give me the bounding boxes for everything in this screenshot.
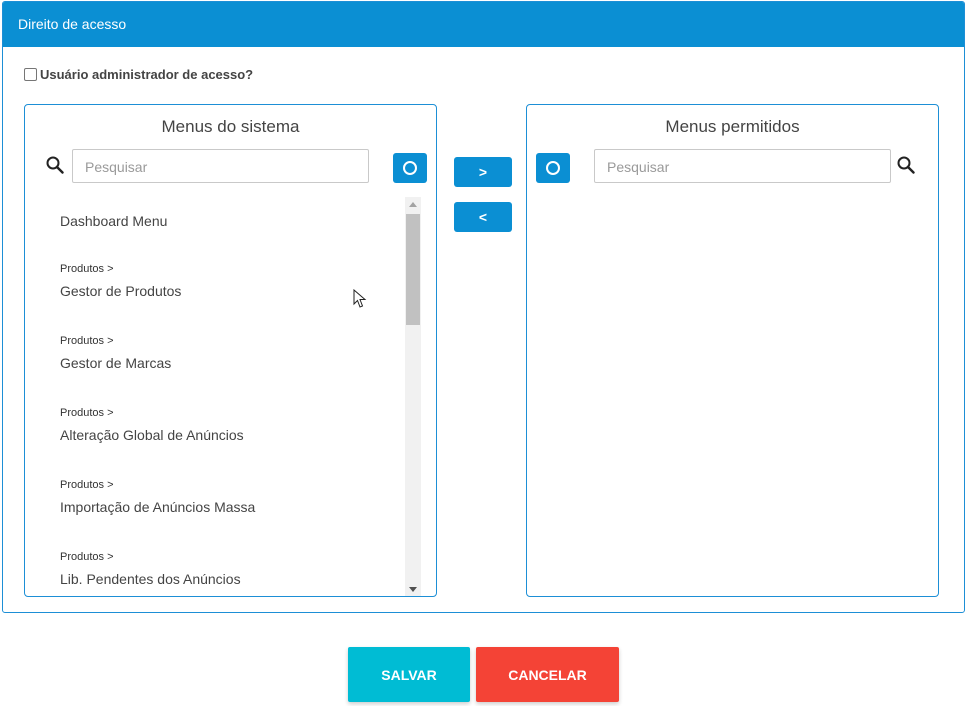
permitted-menus-box: Menus permitidos Pesquisar (526, 104, 939, 597)
system-menus-title: Menus do sistema (161, 117, 300, 136)
panel-title: Direito de acesso (18, 16, 127, 32)
list-item[interactable]: Produtos > Importação de Anúncios Massa (60, 479, 255, 515)
list-item-crumb: Produtos > (60, 263, 114, 275)
circle-icon (546, 161, 560, 175)
circle-icon (403, 161, 417, 175)
admin-checkbox[interactable] (24, 68, 37, 81)
list-item-name: Alteração Global de Anúncios (60, 427, 244, 443)
list-item-crumb: Produtos > (60, 407, 114, 419)
permitted-menus-title: Menus permitidos (665, 117, 800, 136)
list-item[interactable]: Produtos > Gestor de Marcas (60, 335, 171, 371)
cancel-button[interactable]: CANCELAR (476, 647, 619, 702)
scroll-down-icon[interactable] (409, 587, 417, 592)
scrollbar-thumb[interactable] (406, 214, 420, 325)
list-item-name: Dashboard Menu (60, 213, 168, 229)
permitted-menus-list[interactable] (527, 197, 938, 596)
select-all-system-menus-button[interactable] (393, 153, 427, 183)
list-item-name: Importação de Anúncios Massa (60, 499, 256, 515)
move-to-permitted-button[interactable]: > (454, 157, 512, 187)
list-item-crumb: Produtos > (60, 551, 114, 563)
list-item-crumb: Produtos > (60, 335, 114, 347)
system-menus-box: Menus do sistema Pesquisar Dashboard Men… (24, 104, 437, 597)
scroll-up-icon[interactable] (409, 202, 417, 207)
move-to-system-button[interactable]: < (454, 202, 512, 232)
list-item-name: Lib. Pendentes dos Anúncios (60, 571, 241, 587)
panel-header: Direito de acesso (3, 2, 964, 47)
admin-checkbox-row[interactable]: Usuário administrador de acesso? (24, 67, 253, 82)
search-icon (46, 156, 64, 174)
list-item-name: Gestor de Marcas (60, 355, 172, 371)
mouse-cursor-icon (353, 289, 367, 308)
list-item[interactable]: Dashboard Menu (60, 213, 167, 229)
list-item[interactable]: Produtos > Alteração Global de Anúncios (60, 407, 244, 443)
search-icon (897, 156, 915, 174)
list-item[interactable]: Produtos > Gestor de Produtos (60, 263, 181, 299)
system-menus-list[interactable]: Dashboard Menu Produtos > Gestor de Prod… (25, 197, 405, 596)
list-item[interactable]: Produtos > Lib. Pendentes dos Anúncios (60, 551, 241, 587)
admin-checkbox-label: Usuário administrador de acesso? (40, 67, 254, 82)
system-menus-search-input[interactable]: Pesquisar (72, 149, 369, 183)
permitted-menus-search-input[interactable]: Pesquisar (594, 149, 891, 183)
list-item-name: Gestor de Produtos (60, 283, 182, 299)
save-button[interactable]: SALVAR (348, 647, 470, 702)
list-item-crumb: Produtos > (60, 479, 114, 491)
system-menus-scrollbar[interactable] (405, 197, 421, 596)
select-all-permitted-menus-button[interactable] (536, 153, 570, 183)
